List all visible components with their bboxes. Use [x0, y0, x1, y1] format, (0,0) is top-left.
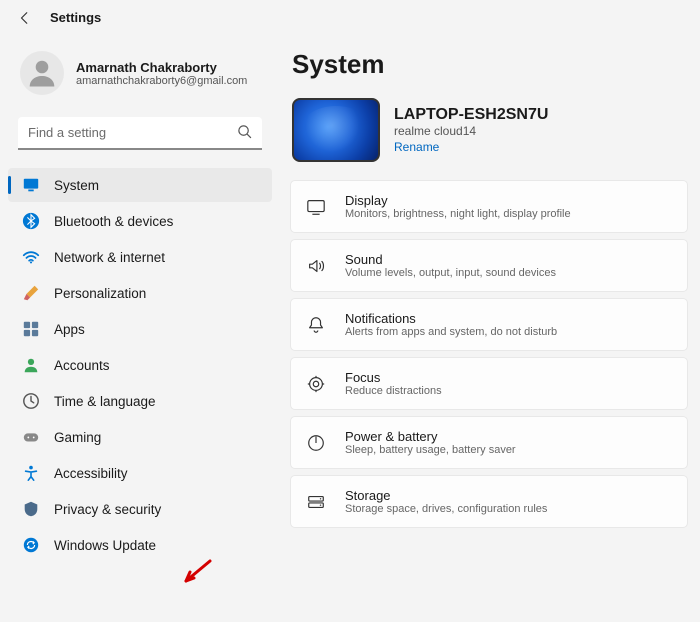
update-icon [22, 536, 40, 554]
accessibility-icon [22, 464, 40, 482]
gamepad-icon [22, 428, 40, 446]
sidebar-item-bluetooth[interactable]: Bluetooth & devices [8, 204, 272, 238]
sidebar-item-label: Windows Update [54, 538, 156, 553]
apps-icon [22, 320, 40, 338]
sidebar-item-apps[interactable]: Apps [8, 312, 272, 346]
sidebar-item-label: Network & internet [54, 250, 165, 265]
card-storage[interactable]: Storage Storage space, drives, configura… [290, 475, 688, 528]
sidebar-item-label: Gaming [54, 430, 101, 445]
sidebar-item-label: Privacy & security [54, 502, 161, 517]
sidebar-item-accounts[interactable]: Accounts [8, 348, 272, 382]
sidebar-item-time-language[interactable]: Time & language [8, 384, 272, 418]
storage-icon [305, 491, 327, 513]
back-button[interactable] [18, 11, 32, 25]
device-model: realme cloud14 [394, 124, 548, 138]
card-sound[interactable]: Sound Volume levels, output, input, soun… [290, 239, 688, 292]
sidebar: Amarnath Chakraborty amarnathchakraborty… [0, 35, 280, 622]
person-icon [22, 356, 40, 374]
display-icon [305, 196, 327, 218]
card-title: Power & battery [345, 429, 516, 444]
power-icon [305, 432, 327, 454]
sidebar-item-label: Personalization [54, 286, 146, 301]
window-title: Settings [50, 10, 101, 25]
sidebar-item-label: Bluetooth & devices [54, 214, 173, 229]
search-icon [237, 124, 252, 144]
profile-email: amarnathchakraborty6@gmail.com [76, 75, 247, 87]
sidebar-item-label: Accessibility [54, 466, 128, 481]
card-title: Display [345, 193, 571, 208]
card-subtitle: Alerts from apps and system, do not dist… [345, 326, 557, 338]
card-display[interactable]: Display Monitors, brightness, night ligh… [290, 180, 688, 233]
sidebar-item-network[interactable]: Network & internet [8, 240, 272, 274]
card-focus[interactable]: Focus Reduce distractions [290, 357, 688, 410]
bell-icon [305, 314, 327, 336]
paintbrush-icon [22, 284, 40, 302]
system-icon [22, 176, 40, 194]
sound-icon [305, 255, 327, 277]
clock-globe-icon [22, 392, 40, 410]
focus-icon [305, 373, 327, 395]
sidebar-item-accessibility[interactable]: Accessibility [8, 456, 272, 490]
device-name: LAPTOP-ESH2SN7U [394, 106, 548, 124]
sidebar-item-label: Accounts [54, 358, 110, 373]
card-subtitle: Volume levels, output, input, sound devi… [345, 267, 556, 279]
sidebar-item-label: System [54, 178, 99, 193]
card-title: Notifications [345, 311, 557, 326]
rename-link[interactable]: Rename [394, 140, 548, 154]
shield-icon [22, 500, 40, 518]
main-content: System LAPTOP-ESH2SN7U realme cloud14 Re… [280, 35, 700, 622]
search-input[interactable] [18, 117, 262, 150]
device-wallpaper-thumbnail [292, 98, 380, 162]
sidebar-item-label: Time & language [54, 394, 156, 409]
card-subtitle: Reduce distractions [345, 385, 442, 397]
sidebar-item-personalization[interactable]: Personalization [8, 276, 272, 310]
wifi-icon [22, 248, 40, 266]
sidebar-item-label: Apps [54, 322, 85, 337]
sidebar-item-system[interactable]: System [8, 168, 272, 202]
page-title: System [292, 49, 688, 80]
card-subtitle: Storage space, drives, configuration rul… [345, 503, 547, 515]
card-power-battery[interactable]: Power & battery Sleep, battery usage, ba… [290, 416, 688, 469]
device-summary: LAPTOP-ESH2SN7U realme cloud14 Rename [292, 98, 688, 162]
sidebar-item-privacy-security[interactable]: Privacy & security [8, 492, 272, 526]
account-profile[interactable]: Amarnath Chakraborty amarnathchakraborty… [0, 43, 280, 111]
bluetooth-icon [22, 212, 40, 230]
search-field-wrap [18, 117, 262, 150]
sidebar-item-gaming[interactable]: Gaming [8, 420, 272, 454]
profile-name: Amarnath Chakraborty [76, 60, 247, 75]
card-notifications[interactable]: Notifications Alerts from apps and syste… [290, 298, 688, 351]
sidebar-item-windows-update[interactable]: Windows Update [8, 528, 272, 562]
card-title: Sound [345, 252, 556, 267]
card-subtitle: Sleep, battery usage, battery saver [345, 444, 516, 456]
card-subtitle: Monitors, brightness, night light, displ… [345, 208, 571, 220]
card-title: Storage [345, 488, 547, 503]
avatar-icon [20, 51, 64, 95]
card-title: Focus [345, 370, 442, 385]
